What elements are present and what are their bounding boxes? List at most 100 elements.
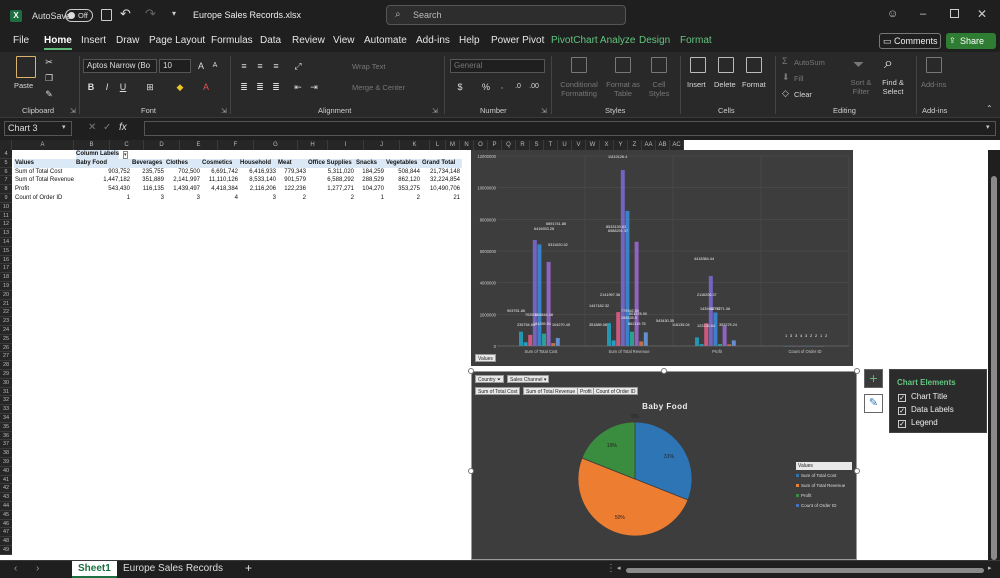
pivot-cell[interactable]: 288,529	[356, 176, 384, 185]
delete-cells-icon[interactable]	[718, 57, 734, 73]
cell-styles-button[interactable]: Cell Styles	[644, 80, 674, 98]
pivot-cell[interactable]: 2	[386, 194, 420, 203]
increase-font-icon[interactable]: A	[194, 59, 208, 73]
tab-formulas[interactable]: Formulas	[211, 35, 253, 46]
row-header[interactable]: 31	[0, 387, 12, 397]
align-middle-icon[interactable]: ≡	[253, 59, 267, 73]
row-header[interactable]: 36	[0, 431, 12, 441]
align-right-icon[interactable]: ≣	[269, 80, 283, 94]
row-header[interactable]: 21	[0, 299, 12, 309]
tab-draw[interactable]: Draw	[116, 35, 139, 46]
pivot-cell[interactable]: 184,259	[356, 168, 384, 177]
column-header[interactable]: B	[74, 140, 110, 150]
pivot-cell[interactable]: 3	[240, 194, 276, 203]
comma-icon[interactable]: ,	[495, 80, 509, 94]
pivot-cell[interactable]: 901,579	[278, 176, 306, 185]
column-bar[interactable]	[519, 331, 523, 346]
tab-automate[interactable]: Automate	[364, 35, 407, 46]
row-header[interactable]: 45	[0, 510, 12, 520]
autosum-button[interactable]: AutoSum	[794, 58, 825, 67]
sort-filter-button[interactable]: Sort & Filter	[848, 78, 874, 96]
column-header[interactable]: Q	[502, 140, 516, 150]
pivot-row-label[interactable]: Sum of Total Cost	[15, 168, 62, 177]
column-bar[interactable]	[546, 261, 551, 346]
increase-decimal-icon[interactable]: .0	[511, 80, 525, 94]
pivot-cell[interactable]: 508,844	[386, 168, 420, 177]
number-format-select[interactable]: General	[450, 59, 545, 73]
pivot-cell[interactable]: 6,588,292	[308, 176, 354, 185]
row-header[interactable]: 33	[0, 405, 12, 414]
row-header[interactable]: 41	[0, 475, 12, 485]
column-header[interactable]: AB	[656, 140, 670, 150]
row-header[interactable]: 14	[0, 238, 12, 247]
pivot-column-header[interactable]: Grand Total	[422, 159, 455, 168]
column-bar[interactable]	[537, 244, 542, 346]
font-name-select[interactable]: Aptos Narrow (Bo	[83, 59, 157, 73]
pivot-column-header[interactable]: Office Supplies	[308, 159, 352, 168]
tab-power-pivot[interactable]: Power Pivot	[491, 35, 544, 46]
row-header[interactable]: 32	[0, 396, 12, 406]
pivot-cell[interactable]: 2,116,206	[240, 185, 276, 194]
row-header[interactable]: 42	[0, 484, 12, 494]
more-sheets-icon[interactable]: ⋮	[606, 563, 616, 574]
row-header[interactable]: 23	[0, 317, 12, 326]
row-header[interactable]: 4	[0, 150, 12, 159]
chart-styles-button[interactable]: ✎	[864, 394, 883, 413]
column-header[interactable]: M	[446, 140, 460, 150]
merge-center-button[interactable]: Merge & Center	[352, 83, 405, 92]
format-as-table-icon[interactable]	[615, 57, 631, 73]
pivot-cell[interactable]: 351,889	[132, 176, 164, 185]
align-left-icon[interactable]: ≣	[237, 80, 251, 94]
tab-review[interactable]: Review	[292, 35, 325, 46]
row-header[interactable]: 48	[0, 537, 12, 546]
pivot-cell[interactable]: 3	[132, 194, 164, 203]
redo-icon[interactable]: ↷	[145, 6, 156, 22]
pivot-cell[interactable]: 2	[278, 194, 306, 203]
column-bar[interactable]	[722, 325, 727, 346]
delete-cells-button[interactable]: Delete	[714, 80, 736, 89]
copy-icon[interactable]: ❐	[42, 71, 56, 85]
pivot-cell[interactable]: 1	[76, 194, 130, 203]
format-cells-button[interactable]: Format	[742, 80, 766, 89]
row-header[interactable]: 5	[0, 158, 12, 168]
clustered-column-chart[interactable]: 12000000 10000000 8000000 6000000 4000000 200…	[471, 150, 853, 366]
pivot-cell[interactable]: 2	[308, 194, 354, 203]
pivot-cell[interactable]: 122,236	[278, 185, 306, 194]
pivot-cell[interactable]: 543,430	[76, 185, 130, 194]
fill-button[interactable]: Fill	[794, 74, 804, 83]
pivot-cell[interactable]: 903,752	[76, 168, 130, 177]
insert-cells-icon[interactable]	[690, 57, 706, 73]
autosum-icon[interactable]: Σ	[782, 56, 788, 66]
row-header[interactable]: 35	[0, 422, 12, 432]
pivot-cell[interactable]: 11,110,126	[202, 176, 238, 185]
tab-page-layout[interactable]: Page Layout	[149, 35, 205, 46]
select-all-corner[interactable]	[0, 140, 12, 150]
conditional-formatting-icon[interactable]	[571, 57, 587, 73]
column-header[interactable]: T	[544, 140, 558, 150]
column-bar[interactable]	[607, 323, 611, 346]
column-bar[interactable]	[523, 342, 528, 346]
column-bar[interactable]	[630, 331, 634, 346]
tab-design[interactable]: Design	[639, 35, 670, 46]
pie-chart[interactable]: Country ⏷ Sales Channel ▾ Sum of Total C…	[471, 371, 857, 560]
data-labels-checkbox[interactable]: ✓ Data Labels	[898, 405, 954, 415]
row-header[interactable]: 34	[0, 414, 12, 423]
column-header[interactable]: N	[460, 140, 474, 150]
fill-icon[interactable]: ⬇	[782, 72, 790, 83]
cell-styles-icon[interactable]	[651, 57, 667, 73]
pivot-column-header[interactable]: Baby Food	[76, 159, 107, 168]
pivot-cell[interactable]: 3	[166, 194, 200, 203]
row-header[interactable]: 12	[0, 220, 12, 230]
column-labels-header[interactable]: Column Labels	[76, 150, 120, 159]
resize-handle-r[interactable]	[854, 468, 860, 474]
clear-icon[interactable]: ◇	[782, 88, 789, 99]
align-bottom-icon[interactable]: ≡	[269, 59, 283, 73]
column-header[interactable]: P	[488, 140, 502, 150]
find-select-button[interactable]: Find & Select	[878, 78, 908, 96]
tab-home[interactable]: Home	[44, 35, 72, 50]
row-header[interactable]: 15	[0, 246, 12, 256]
row-header[interactable]: 39	[0, 458, 12, 467]
resize-handle-t[interactable]	[661, 368, 667, 374]
restore-icon[interactable]	[950, 9, 959, 18]
pivot-cell[interactable]: 1,277,271	[308, 185, 354, 194]
